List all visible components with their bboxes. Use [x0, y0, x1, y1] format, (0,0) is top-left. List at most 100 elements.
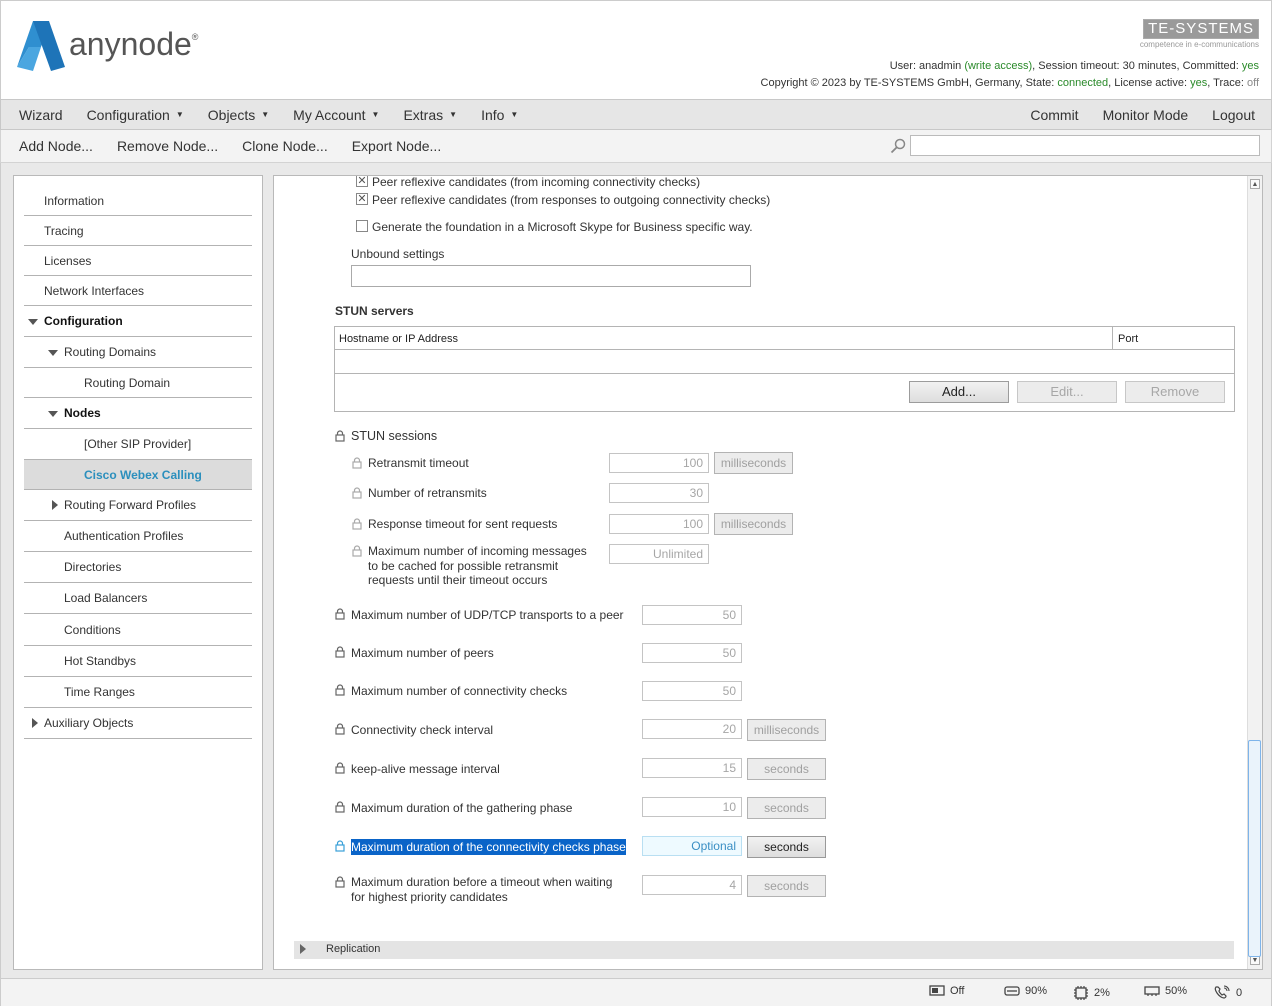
menu-my-account[interactable]: My Account ▼: [293, 107, 391, 123]
lock-icon[interactable]: [335, 762, 345, 774]
menu-monitor-mode[interactable]: Monitor Mode: [1097, 107, 1195, 123]
sidebar-item-routing-forward-profiles[interactable]: Routing Forward Profiles: [24, 490, 252, 521]
menu-logout[interactable]: Logout: [1206, 107, 1261, 123]
unbound-settings-label: Unbound settings: [351, 247, 445, 261]
lock-icon[interactable]: [352, 518, 362, 530]
sidebar-item-auxiliary-objects[interactable]: Auxiliary Objects: [24, 708, 252, 739]
timeout-priority-unit[interactable]: seconds: [747, 875, 826, 897]
conn-checks-phase-unit[interactable]: seconds: [747, 836, 826, 858]
sidebar-item-information[interactable]: Information: [24, 186, 252, 216]
gathering-phase-label: Maximum duration of the gathering phase: [351, 801, 573, 815]
sidebar-item-routing-domain[interactable]: Routing Domain: [24, 368, 252, 398]
te-systems-logo: TE-SYSTEMS competence in e-communication…: [1140, 19, 1259, 49]
committed-status: yes: [1241, 60, 1259, 72]
lock-icon[interactable]: [335, 608, 345, 620]
sidebar-item-conditions[interactable]: Conditions: [24, 614, 252, 646]
memory-usage: 50%: [1144, 985, 1187, 997]
table-header: Hostname or IP Address Port: [335, 327, 1234, 350]
lock-icon[interactable]: [335, 723, 345, 735]
edit-stun-server-button[interactable]: Edit...: [1017, 381, 1117, 403]
menu-wizard[interactable]: Wizard: [19, 107, 75, 123]
check-interval-unit[interactable]: milliseconds: [747, 719, 826, 741]
number-of-retransmits-field[interactable]: 30: [609, 483, 709, 503]
retransmit-timeout-unit[interactable]: milliseconds: [714, 452, 793, 474]
sidebar-item-directories[interactable]: Directories: [24, 552, 252, 583]
sidebar-item-time-ranges[interactable]: Time Ranges: [24, 677, 252, 708]
peer-incoming-label: Peer reflexive candidates (from incoming…: [372, 175, 701, 189]
peer-outgoing-checkbox[interactable]: ✕: [356, 193, 368, 205]
gathering-phase-unit[interactable]: seconds: [747, 797, 826, 819]
sidebar-item-network-interfaces[interactable]: Network Interfaces: [24, 276, 252, 306]
max-peers-label: Maximum number of peers: [351, 646, 494, 660]
lock-icon[interactable]: [352, 487, 362, 499]
check-interval-field[interactable]: 20: [642, 719, 742, 739]
add-node-button[interactable]: Add Node...: [19, 138, 93, 154]
collapse-arrow-icon: [32, 718, 38, 728]
lock-icon[interactable]: [335, 646, 345, 658]
response-timeout-field[interactable]: 100: [609, 514, 709, 534]
unbound-settings-input[interactable]: [351, 265, 751, 287]
chevron-down-icon: ▼: [371, 110, 380, 119]
active-calls: 0: [1213, 985, 1242, 1001]
remove-node-button[interactable]: Remove Node...: [117, 138, 218, 154]
sidebar-item-load-balancers[interactable]: Load Balancers: [24, 583, 252, 614]
response-timeout-unit[interactable]: milliseconds: [714, 513, 793, 535]
scrollbar-thumb[interactable]: [1248, 740, 1261, 957]
brand-name: TE-SYSTEMS: [1143, 19, 1259, 39]
peer-incoming-checkbox[interactable]: ✕: [356, 176, 368, 187]
sidebar-item-configuration[interactable]: Configuration: [24, 306, 252, 337]
conn-checks-phase-field[interactable]: Optional: [642, 836, 742, 856]
conn-checks-phase-label: Maximum duration of the connectivity che…: [351, 839, 626, 855]
replication-section-header[interactable]: Replication: [294, 941, 1234, 959]
chevron-down-icon: ▼: [449, 110, 458, 119]
lock-icon[interactable]: [335, 430, 345, 442]
check-interval-label: Connectivity check interval: [351, 723, 494, 737]
remove-stun-server-button[interactable]: Remove: [1125, 381, 1225, 403]
lock-icon[interactable]: [335, 801, 345, 813]
menu-configuration[interactable]: Configuration ▼: [87, 107, 196, 123]
max-connectivity-checks-label: Maximum number of connectivity checks: [351, 684, 568, 698]
search-input[interactable]: [910, 135, 1260, 156]
lock-icon[interactable]: [335, 876, 345, 888]
export-node-button[interactable]: Export Node...: [352, 138, 442, 154]
lock-icon[interactable]: [335, 840, 345, 852]
logo-text: anynode: [69, 25, 192, 62]
sidebar-item-routing-domains[interactable]: Routing Domains: [24, 337, 252, 368]
add-stun-server-button[interactable]: Add...: [909, 381, 1009, 403]
phone-icon: [1214, 985, 1230, 999]
menu-commit[interactable]: Commit: [1024, 107, 1084, 123]
sidebar-item-authentication-profiles[interactable]: Authentication Profiles: [24, 521, 252, 552]
column-port[interactable]: Port: [1118, 333, 1138, 345]
clone-node-button[interactable]: Clone Node...: [242, 138, 328, 154]
retransmit-timeout-field[interactable]: 100: [609, 453, 709, 473]
chevron-down-icon: ▼: [175, 110, 184, 119]
generate-foundation-checkbox[interactable]: [356, 220, 368, 232]
timeout-priority-field[interactable]: 4: [642, 875, 742, 895]
connection-state: connected: [1057, 77, 1109, 89]
menu-info[interactable]: Info ▼: [481, 107, 530, 123]
max-peers-field[interactable]: 50: [642, 643, 742, 663]
sidebar-item-other-sip-provider[interactable]: [Other SIP Provider]: [24, 429, 252, 460]
menu-objects[interactable]: Objects ▼: [208, 107, 281, 123]
max-connectivity-checks-field[interactable]: 50: [642, 681, 742, 701]
trace-status: off: [1246, 77, 1259, 89]
sidebar-item-hot-standbys[interactable]: Hot Standbys: [24, 646, 252, 677]
monitor-icon: [929, 985, 945, 996]
keepalive-interval-unit[interactable]: seconds: [747, 758, 826, 780]
max-transports-field[interactable]: 50: [642, 605, 742, 625]
gathering-phase-field[interactable]: 10: [642, 797, 742, 817]
lock-icon[interactable]: [352, 545, 362, 557]
timeout-priority-label: Maximum duration before a timeout when w…: [351, 875, 613, 904]
lock-icon[interactable]: [352, 457, 362, 469]
scroll-up-arrow-icon[interactable]: ▲: [1250, 179, 1260, 189]
max-incoming-messages-field[interactable]: Unlimited: [609, 544, 709, 564]
sidebar-item-cisco-webex-calling[interactable]: Cisco Webex Calling: [24, 460, 252, 490]
lock-icon[interactable]: [335, 684, 345, 696]
sidebar-item-licenses[interactable]: Licenses: [24, 246, 252, 276]
expand-arrow-icon: [48, 411, 58, 417]
keepalive-interval-field[interactable]: 15: [642, 758, 742, 778]
column-hostname[interactable]: Hostname or IP Address: [339, 333, 458, 345]
menu-extras[interactable]: Extras ▼: [403, 107, 469, 123]
sidebar-item-nodes[interactable]: Nodes: [24, 398, 252, 429]
sidebar-item-tracing[interactable]: Tracing: [24, 216, 252, 246]
